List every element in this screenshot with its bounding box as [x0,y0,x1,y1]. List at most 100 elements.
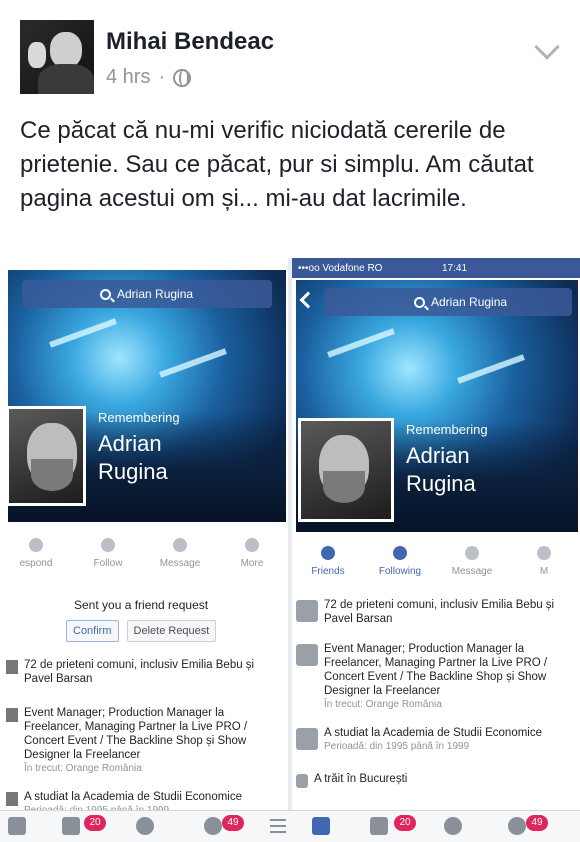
home-icon [296,774,308,788]
message-icon [465,546,479,560]
stage-light [159,348,227,378]
respond-button[interactable]: espond [6,538,66,569]
work-icon [6,708,18,722]
post-time[interactable]: 4 hrs [106,66,150,89]
work-text: Event Manager; Production Manager la Fre… [324,643,548,697]
confirm-button[interactable]: Confirm [66,620,119,642]
action-label: M [539,566,549,577]
remembering-label: Remembering [98,410,180,425]
mutual-friends-row[interactable]: 72 de prieteni comuni, inclusiv Emilia B… [6,658,278,686]
friends-tab-icon[interactable] [62,817,80,835]
friends-icon [321,546,335,560]
work-subtext: În trecut: Orange România [324,699,442,710]
follow-icon [101,538,115,552]
message-button[interactable]: Message [442,546,502,577]
respond-icon [29,538,43,552]
message-button[interactable]: Message [150,538,210,569]
search-bar[interactable]: Adrian Rugina [324,288,572,316]
work-block: Event Manager; Production Manager la Fre… [24,706,278,776]
profile-picture[interactable] [6,406,86,506]
more-button[interactable]: More [222,538,282,569]
friends-icon [6,660,18,674]
following-button[interactable]: Following [370,546,430,577]
search-bar[interactable]: Adrian Rugina [22,280,272,308]
mutual-friends-text: 72 de prieteni comuni, inclusiv Emilia B… [24,659,255,685]
friend-request-buttons: Confirm Delete Request [66,620,217,642]
work-text: Event Manager; Production Manager la Fre… [24,707,248,761]
chevron-down-icon[interactable] [534,34,560,60]
profile-beard [323,471,365,503]
more-icon [537,546,551,560]
notifications-badge: 49 [526,815,548,831]
post-meta: 4 hrs · [106,66,192,89]
friends-tab-icon[interactable] [370,817,388,835]
mutual-friends-text: 72 de prieteni comuni, inclusiv Emilia B… [324,599,555,625]
search-text: Adrian Rugina [431,295,508,309]
screenshot-left: Adrian Rugina Remembering Adrian Rugina … [0,258,288,842]
more-icon [245,538,259,552]
author-avatar[interactable] [20,20,94,94]
action-label: Friends [311,566,345,577]
profile-beard [31,459,73,491]
follow-button[interactable]: Follow [78,538,138,569]
ios-status-bar: •••oo Vodafone RO 17:41 [292,258,580,278]
profile-actions: Friends Following Message M [292,546,580,577]
profile-name: Adrian Rugina [406,443,476,496]
avatar-head [50,32,82,68]
action-label: espond [19,558,53,569]
globe-icon [173,68,192,87]
messenger-icon[interactable] [136,817,154,835]
friends-button[interactable]: Friends [298,546,358,577]
lived-text: A trăit în București [314,773,408,785]
friend-avatar-icon [296,600,318,622]
study-text: A studiat la Academia de Studii Economic… [324,727,542,739]
post-text: Ce păcat că nu-mi verific niciodată cere… [20,117,534,212]
meta-separator: · [158,66,166,88]
search-icon [100,288,111,300]
stage-light [49,318,117,348]
author-name[interactable]: Mihai Bendeac [106,28,274,56]
profile-picture[interactable] [298,418,394,522]
action-label: Following [378,566,422,577]
delete-request-button[interactable]: Delete Request [126,620,217,642]
profile-actions: espond Follow Message More [0,538,288,569]
screenshot-right: •••oo Vodafone RO 17:41 Adrian Rugina Re… [292,258,580,842]
back-arrow-icon[interactable] [299,291,317,309]
notifications-badge: 49 [222,815,244,831]
status-time: 17:41 [442,263,468,274]
work-block: Event Manager; Production Manager la Fre… [324,642,578,712]
friends-badge: 20 [84,815,106,831]
stage-light [457,354,525,384]
work-row: Event Manager; Production Manager la Fre… [6,706,278,776]
more-button[interactable]: M [514,546,574,577]
education-icon [296,728,318,750]
stage-light [327,328,395,358]
messenger-icon[interactable] [444,817,462,835]
news-feed-icon[interactable] [8,817,26,835]
profile-name: Adrian Rugina [98,431,168,484]
remembering-label: Remembering [406,422,488,437]
action-label: More [240,558,264,569]
news-feed-icon[interactable] [312,817,330,835]
post-image[interactable]: Adrian Rugina Remembering Adrian Rugina … [0,258,580,842]
action-label: Message [451,566,493,577]
work-subtext: În trecut: Orange România [24,763,142,774]
notifications-icon[interactable] [508,817,526,835]
notifications-icon[interactable] [204,817,222,835]
study-text: A studiat la Academia de Studii Economic… [24,791,242,803]
lived-row: A trăit în București [296,772,578,788]
action-label: Message [159,558,201,569]
menu-icon[interactable] [270,819,286,833]
avatar-body [38,64,94,94]
work-row: Event Manager; Production Manager la Fre… [296,642,578,712]
mutual-friends-row[interactable]: 72 de prieteni comuni, inclusiv Emilia B… [296,598,578,626]
action-label: Follow [93,558,123,569]
following-icon [393,546,407,560]
search-text: Adrian Rugina [117,287,194,301]
work-icon [296,644,318,666]
message-icon [173,538,187,552]
study-subtext: Perioadă: din 1995 până în 1999 [324,741,470,752]
bottom-tab-bar: 20 49 20 49 [0,810,580,842]
study-row: A studiat la Academia de Studii Economic… [296,726,578,754]
carrier-text: •••oo Vodafone RO [298,263,383,274]
